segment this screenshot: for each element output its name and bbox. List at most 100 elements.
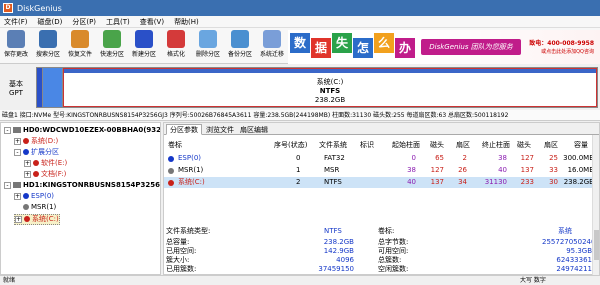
partition-icon [23, 138, 29, 144]
table-row[interactable]: 系统(C:) 2 NTFS 40 137 34 31130 233 30 238.2GB [164, 177, 599, 188]
expand-toggle-icon[interactable]: - [4, 181, 11, 189]
toolbar-label: 格式化 [166, 51, 185, 58]
new-partition-icon [135, 30, 153, 48]
menu-bar: 文件(F) 磁盘(D) 分区(P) 工具(T) 查看(V) 帮助(H) [0, 16, 600, 28]
expand-toggle-icon[interactable]: + [24, 159, 31, 167]
partition-panel: 分区参数 浏览文件 扇区编辑 卷标 序号(状态) 文件系统 标识 起始柱面 磁头… [163, 122, 600, 276]
ad-char: 失 [332, 33, 352, 53]
recover-icon [71, 30, 89, 48]
toolbar-button-recover[interactable]: 恢复文件 [66, 30, 94, 62]
cell-name: MSR(1) [178, 166, 204, 174]
ad-char: 么 [374, 33, 394, 53]
menu-tools[interactable]: 工具(T) [106, 17, 130, 27]
col-end-sector[interactable]: 扇区 [544, 140, 558, 150]
col-end-head[interactable]: 磁头 [517, 140, 531, 150]
toolbar-label: 搜索分区 [35, 51, 60, 58]
tree-disk[interactable]: - HD1:KINGSTONRBUSNS8154P3256GJ [4, 181, 160, 190]
partition-properties: 文件系统类型: NTFS 卷标: 系统 总容量: 238.2GB 总字节数: 2557… [164, 227, 599, 276]
toolbar-label: 系统迁移 [259, 51, 284, 58]
toolbar-button-save[interactable]: 保存更改 [2, 30, 30, 62]
property-value: 24974211 [556, 265, 592, 273]
tab-browse-files[interactable]: 浏览文件 [202, 124, 238, 135]
toolbar-button-migrate[interactable]: 系统迁移 [258, 30, 286, 62]
partition-block-c[interactable]: 系统(C:) NTFS 238.2GB [63, 68, 597, 107]
col-size[interactable]: 容量 [574, 140, 588, 150]
cell-es: 33 [549, 166, 558, 174]
cell-ss: 34 [458, 178, 467, 186]
tree-label: 扩展分区 [31, 148, 59, 156]
ad-char: 据 [311, 38, 331, 58]
toolbar-button-search[interactable]: 搜索分区 [34, 30, 62, 62]
table-row[interactable]: ESP(0) 0 FAT32 0 65 2 38 127 25 300.0MB [164, 153, 599, 164]
expand-toggle-icon[interactable]: + [15, 215, 22, 223]
property-row: 簇大小: 4096 总簇数: 62433361 [164, 256, 599, 265]
expand-toggle-icon[interactable]: + [14, 137, 21, 145]
partition-block-msr[interactable] [43, 68, 63, 107]
ad-char: 数 [290, 33, 310, 53]
volume-label-label: 卷标: [378, 227, 395, 235]
partition-icon [168, 168, 174, 174]
save-icon [7, 30, 25, 48]
tree-partition[interactable]: + ESP(0) [14, 192, 54, 201]
tab-sector-edit[interactable]: 扇区编辑 [236, 124, 272, 135]
property-label: 已用簇数: [166, 265, 197, 273]
disk-icon [13, 127, 21, 133]
cell-fs: FAT32 [324, 154, 345, 162]
ad-qq-link[interactable]: 或点击此处添加QQ咨询 [541, 48, 594, 55]
volume-label-value: 系统 [558, 227, 572, 235]
partition-icon [23, 204, 29, 210]
ad-slogan[interactable]: DiskGenius 团队为您服务 [421, 39, 521, 55]
expand-toggle-icon[interactable]: - [4, 126, 11, 134]
tree-partition[interactable]: MSR(1) [14, 203, 56, 212]
menu-partition[interactable]: 分区(P) [72, 17, 96, 27]
tree-partition[interactable]: + 软件(E:) [24, 159, 67, 168]
toolbar-label: 新建分区 [131, 51, 156, 58]
ad-phone: 致电：400-008-9958 [529, 40, 594, 47]
tree-label: 文档(F:) [41, 170, 67, 178]
partition-icon [23, 149, 29, 155]
menu-file[interactable]: 文件(F) [4, 17, 28, 27]
ad-char: 办 [395, 38, 415, 58]
tree-label: 系统(C:) [32, 215, 59, 223]
vertical-scrollbar[interactable] [592, 135, 599, 276]
partition-used-bar [64, 69, 596, 73]
disk-type: 基本 GPT [4, 80, 28, 98]
cell-fs: NTFS [324, 178, 342, 186]
menu-help[interactable]: 帮助(H) [174, 17, 199, 27]
col-end-cyl[interactable]: 终止柱面 [482, 140, 510, 150]
ad-char: 怎 [353, 38, 373, 58]
partition-fs: NTFS [319, 87, 341, 95]
expand-toggle-icon[interactable]: - [14, 148, 21, 156]
col-index[interactable]: 序号(状态) [274, 140, 307, 150]
ad-banner[interactable]: DiskGenius 团队为您服务 致电：400-008-9958 或点击此处添… [288, 30, 600, 64]
col-label[interactable]: 卷标 [168, 140, 182, 150]
tree-partition[interactable]: + 文档(F:) [24, 170, 66, 179]
window-title: DiskGenius [17, 3, 62, 13]
toolbar-button-quick-partition[interactable]: 快速分区 [98, 30, 126, 62]
col-start-sector[interactable]: 扇区 [456, 140, 470, 150]
tree-disk[interactable]: - HD0:WDCWD10EZEX-00BBHA0(932G [4, 126, 160, 135]
col-flag[interactable]: 标识 [360, 140, 374, 150]
cell-es: 25 [549, 154, 558, 162]
tab-partition-params[interactable]: 分区参数 [166, 124, 202, 135]
table-row[interactable]: MSR(1) 1 MSR 38 127 26 40 137 33 16.0MB [164, 165, 599, 176]
partition-icon [33, 171, 39, 177]
toolbar-label: 快速分区 [99, 51, 124, 58]
toolbar-button-format[interactable]: 格式化 [162, 30, 190, 62]
cell-fs: MSR [324, 166, 340, 174]
col-start-cyl[interactable]: 起始柱面 [392, 140, 420, 150]
tree-partition[interactable]: + 系统(C:) [14, 214, 60, 225]
toolbar-button-backup[interactable]: 备份分区 [226, 30, 254, 62]
partition-icon [33, 160, 39, 166]
cell-ss: 2 [462, 154, 467, 162]
toolbar-button-delete[interactable]: 删除分区 [194, 30, 222, 62]
col-fs[interactable]: 文件系统 [319, 140, 347, 150]
toolbar-button-new-partition[interactable]: 新建分区 [130, 30, 158, 62]
col-start-head[interactable]: 磁头 [430, 140, 444, 150]
expand-toggle-icon[interactable]: + [14, 192, 21, 200]
expand-toggle-icon[interactable]: + [24, 170, 31, 178]
menu-disk[interactable]: 磁盘(D) [38, 17, 63, 27]
tree-partition[interactable]: - 扩展分区 [14, 148, 59, 157]
tree-partition[interactable]: + 系统(D:) [14, 137, 58, 146]
menu-view[interactable]: 查看(V) [140, 17, 164, 27]
